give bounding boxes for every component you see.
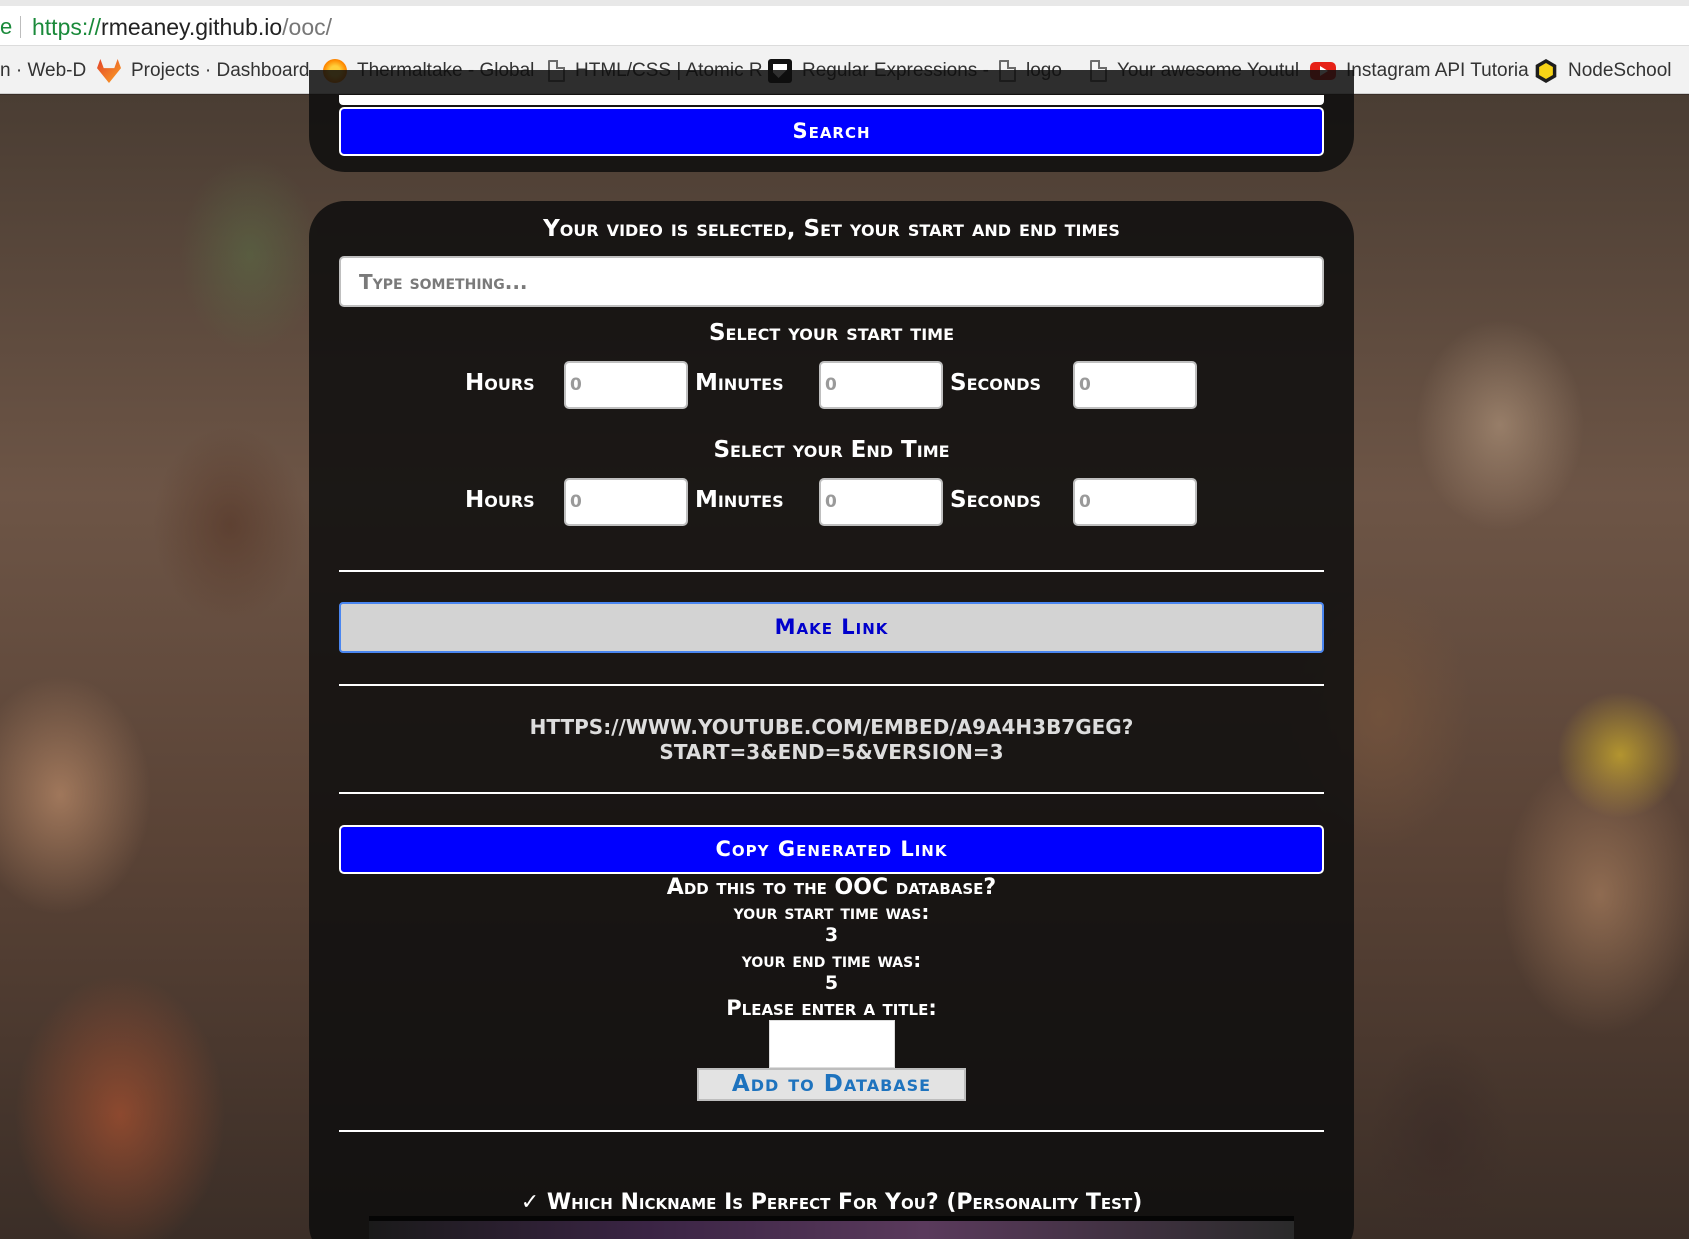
title-prompt: Please enter a title: (726, 996, 937, 1020)
end-seconds-input[interactable] (1075, 480, 1195, 524)
end-time-summary-label: your end time was: (741, 948, 922, 972)
search-input[interactable] (339, 95, 1324, 105)
end-seconds-wrapper[interactable] (1073, 478, 1197, 526)
start-time-summary-value: 3 (824, 924, 839, 946)
bookmark-label: n · Web-D (0, 60, 87, 81)
end-minutes-wrapper[interactable] (819, 478, 943, 526)
start-time-summary-label: your start time was: (733, 900, 930, 924)
url-scheme: https:// (32, 14, 102, 40)
divider (339, 792, 1324, 794)
divider (339, 570, 1324, 572)
divider (339, 1130, 1324, 1132)
end-minutes-label: Minutes (695, 487, 784, 513)
nodeschool-icon (1535, 59, 1557, 83)
start-minutes-input[interactable] (821, 363, 941, 407)
start-minutes-label: Minutes (695, 370, 784, 396)
bookmark-web-d[interactable]: n · Web-D (0, 58, 86, 84)
generated-link-line2: start=3&end=5&version=3 (659, 740, 1004, 764)
start-seconds-wrapper[interactable] (1073, 361, 1197, 409)
comment-input[interactable] (341, 258, 1322, 305)
selected-heading: Your video is selected, Set your start a… (543, 216, 1120, 242)
url-text[interactable]: https://rmeaney.github.io/ooc/ (32, 14, 332, 41)
start-minutes-wrapper[interactable] (819, 361, 943, 409)
gitlab-fox-icon (97, 59, 121, 83)
start-seconds-input[interactable] (1075, 363, 1195, 407)
address-bar[interactable]: e https://rmeaney.github.io/ooc/ (0, 0, 1689, 46)
bookmark-nodeschool[interactable]: NodeSchool (1534, 58, 1672, 84)
make-link-button[interactable]: Make Link (339, 602, 1324, 653)
end-seconds-label: Seconds (950, 487, 1042, 513)
start-time-heading: Select your start time (708, 320, 955, 346)
bookmark-label: Instagram API Tutoria (1346, 60, 1529, 81)
search-button[interactable]: Search (339, 107, 1324, 156)
start-hours-input[interactable] (566, 363, 686, 407)
start-hours-wrapper[interactable] (564, 361, 688, 409)
address-bar-divider (20, 16, 21, 38)
copy-link-button[interactable]: Copy Generated Link (339, 825, 1324, 874)
end-hours-wrapper[interactable] (564, 478, 688, 526)
title-input[interactable] (770, 1021, 894, 1067)
end-time-heading: Select your End Time (713, 437, 950, 463)
divider (339, 684, 1324, 686)
end-hours-label: Hours (465, 487, 535, 513)
bookmark-label: NodeSchool (1568, 60, 1672, 81)
generated-link-line1: https://www.youtube.com/embed/a9A4h3b7ge… (529, 715, 1134, 739)
title-input-wrapper[interactable] (769, 1020, 895, 1068)
url-host: rmeaney.github.io (101, 14, 283, 40)
end-time-summary-value: 5 (824, 972, 839, 994)
url-path: /ooc/ (282, 14, 333, 40)
bookmark-label: Projects · Dashboard (131, 60, 310, 81)
add-to-database-button[interactable]: Add to Database (697, 1068, 966, 1101)
bookmark-projects-dashboard[interactable]: Projects · Dashboard (97, 58, 309, 84)
video-player[interactable] (369, 1216, 1294, 1239)
video-title: ✓ Which Nickname Is Perfect For You? (Pe… (520, 1190, 1143, 1215)
database-question: Add this to the OOC database? (666, 875, 997, 900)
start-seconds-label: Seconds (950, 370, 1042, 396)
address-bar-edge: e (0, 14, 13, 39)
start-hours-label: Hours (465, 370, 535, 396)
end-minutes-input[interactable] (821, 480, 941, 524)
comment-input-wrapper[interactable] (339, 256, 1324, 307)
end-hours-input[interactable] (566, 480, 686, 524)
